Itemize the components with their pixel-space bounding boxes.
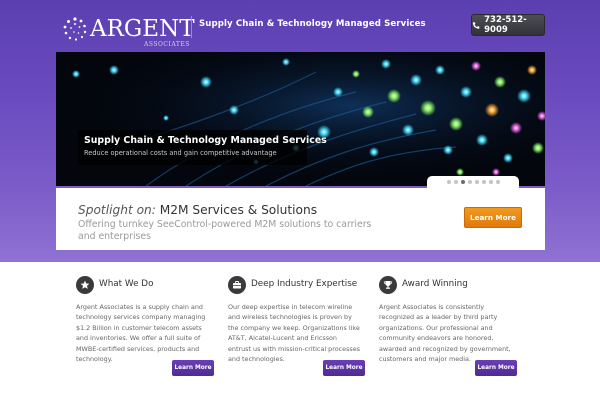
feature-title: Deep Industry Expertise [251,279,358,289]
slider-dot[interactable] [453,180,458,184]
slider-dot[interactable] [474,180,479,184]
header-tagline: Supply Chain & Technology Managed Servic… [199,19,426,29]
slider-dot[interactable] [495,180,500,184]
slider-dot[interactable] [488,180,493,184]
feature-body: Argent Associates is consistently recogn… [379,303,511,364]
logo-wordmark: ARGENT [90,16,195,42]
fiber-optic-image [56,52,545,186]
spotlight-panel: Spotlight on: M2M Services & Solutions O… [56,188,545,250]
feature-award-winning: Award Winning Argent Associates is consi… [359,262,517,392]
slider-caption-subtitle: Reduce operational costs and gain compet… [84,149,277,157]
spotlight-heading: Spotlight on: M2M Services & Solutions [78,203,317,217]
phone-number: 732-512-9009 [484,15,527,35]
phone-button[interactable]: 732-512-9009 [471,14,545,36]
hero-slider[interactable] [56,52,545,186]
features-section: What We Do Argent Associates is a supply… [56,262,545,400]
header-divider [191,16,192,38]
spotlight-description: Offering turnkey SeeControl-powered M2M … [78,219,372,242]
spotlight-title: M2M Services & Solutions [159,203,318,217]
slider-dot[interactable] [446,180,451,184]
logo-mark-icon [63,17,87,41]
phone-icon [472,21,480,29]
logo[interactable]: ARGENT ASSOCIATES [62,14,195,48]
slider-caption-title: Supply Chain & Technology Managed Servic… [84,135,327,146]
spotlight-learn-more-button[interactable]: Learn More [464,207,522,228]
slider-dot-active[interactable] [460,180,465,184]
spotlight-lead: Spotlight on: [78,203,156,217]
feature-title: Award Winning [402,279,468,289]
feature-body: Our deep expertise in telecom wireline a… [228,303,360,364]
feature-deep-industry-expertise: Deep Industry Expertise Our deep experti… [208,262,365,392]
briefcase-icon [228,276,246,294]
slider-pagination [427,176,519,188]
feature-body: Argent Associates is a supply chain and … [76,303,206,364]
feature-what-we-do: What We Do Argent Associates is a supply… [56,262,214,392]
feature-learn-more-button[interactable]: Learn More [475,360,517,376]
slider-caption: Supply Chain & Technology Managed Servic… [78,130,327,165]
trophy-icon [379,276,397,294]
slider-dot[interactable] [467,180,472,184]
logo-subtitle: ASSOCIATES [144,41,190,48]
star-icon [76,276,94,294]
slider-dot[interactable] [481,180,486,184]
feature-title: What We Do [99,279,154,289]
